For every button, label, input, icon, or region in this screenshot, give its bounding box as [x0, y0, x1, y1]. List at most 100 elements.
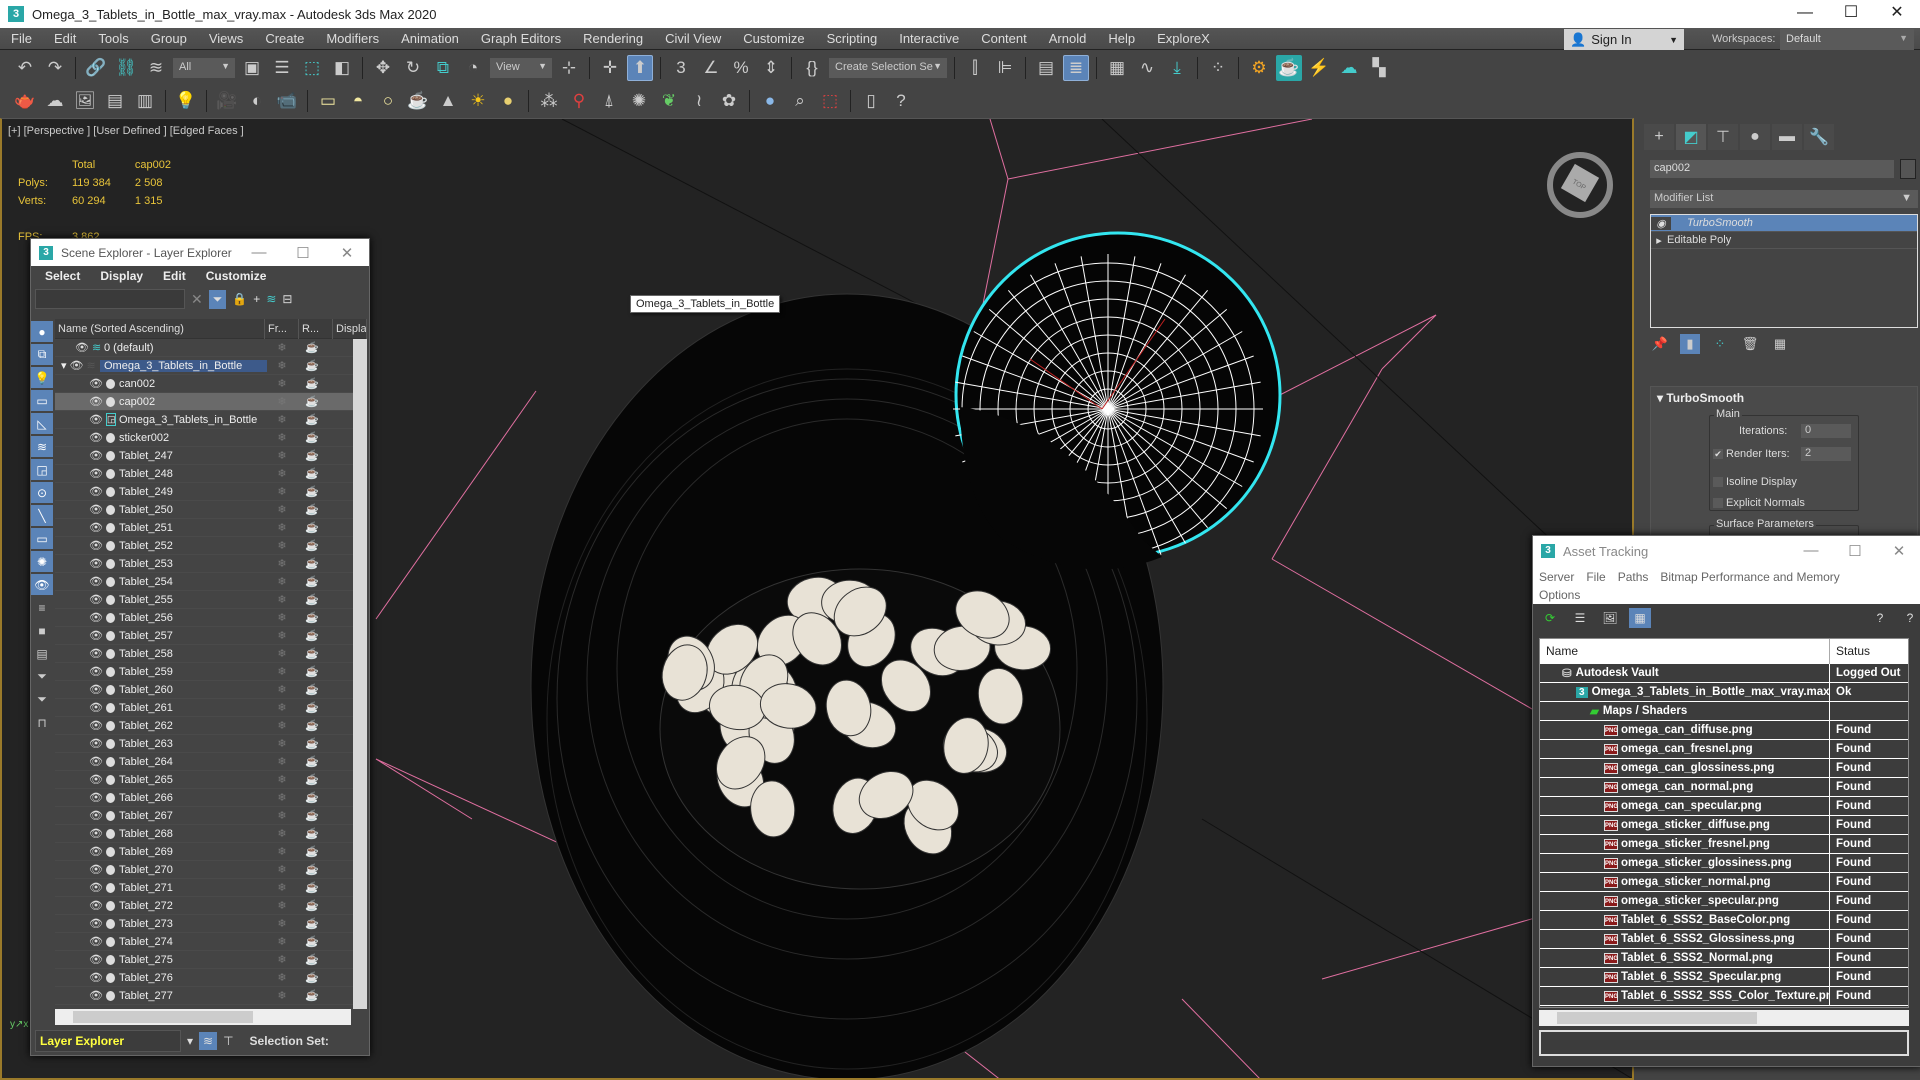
freeze-icon[interactable]: ❄: [267, 629, 297, 642]
freeze-icon[interactable]: ❄: [267, 971, 297, 984]
eye-icon[interactable]: 👁: [89, 611, 103, 624]
material-editor-icon[interactable]: ⁘: [1205, 55, 1231, 81]
horizontal-scrollbar[interactable]: [55, 1009, 351, 1025]
scene-row[interactable]: 👁 Tablet_252 ❄ ☕: [55, 537, 367, 555]
renderable-icon[interactable]: ☕: [297, 719, 327, 732]
scene-row[interactable]: 👁 Tablet_262 ❄ ☕: [55, 717, 367, 735]
renderable-icon[interactable]: ☕: [297, 989, 327, 1002]
asset-row[interactable]: PNG omega_sticker_diffuse.png Found: [1540, 816, 1908, 835]
column-status[interactable]: Status: [1830, 639, 1876, 664]
sphere-light-icon[interactable]: ○: [375, 88, 401, 114]
eye-icon[interactable]: 👁: [75, 341, 89, 354]
scene-explorer-titlebar[interactable]: 3 Scene Explorer - Layer Explorer — ☐ ✕: [31, 239, 369, 266]
close-button[interactable]: ✕: [1874, 0, 1920, 28]
shape-filter-icon[interactable]: ⧉: [31, 344, 53, 365]
scene-row[interactable]: 👁 Tablet_260 ❄ ☕: [55, 681, 367, 699]
named-selection-dropdown[interactable]: Create Selection Se ▼: [829, 57, 947, 78]
eye-icon[interactable]: 👁: [89, 521, 103, 534]
asset-row[interactable]: PNG Tablet_6_SSS2_BaseColor.png Found: [1540, 911, 1908, 930]
freeze-icon[interactable]: ❄: [267, 953, 297, 966]
at-menu-file[interactable]: File: [1586, 570, 1605, 584]
renderable-icon[interactable]: ☕: [297, 971, 327, 984]
tab-motion[interactable]: ●: [1740, 124, 1770, 150]
renderable-icon[interactable]: ☕: [297, 575, 327, 588]
eye-icon[interactable]: 👁: [89, 467, 103, 480]
freeze-icon[interactable]: ❄: [267, 737, 297, 750]
scene-row[interactable]: 👁 Tablet_261 ❄ ☕: [55, 699, 367, 717]
plane-light-icon[interactable]: ▭: [315, 88, 341, 114]
freeze-icon[interactable]: ❄: [267, 917, 297, 930]
select-object-icon[interactable]: ▣: [239, 55, 265, 81]
eye-icon[interactable]: 👁: [70, 359, 84, 372]
redo-icon[interactable]: ↷: [42, 55, 68, 81]
eye-icon[interactable]: 👁: [89, 953, 103, 966]
freeze-icon[interactable]: ❄: [267, 575, 297, 588]
render-production-icon[interactable]: ⚡: [1306, 55, 1332, 81]
thumbnail-view-icon[interactable]: 🖼: [1599, 608, 1621, 628]
bind-spacewarp-icon[interactable]: ≋: [143, 55, 169, 81]
scene-row[interactable]: 👁 Tablet_275 ❄ ☕: [55, 951, 367, 969]
freeze-icon[interactable]: ❄: [267, 863, 297, 876]
eye-icon[interactable]: 👁: [89, 989, 103, 1002]
column-name[interactable]: Name: [1540, 639, 1830, 664]
eye-icon[interactable]: 👁: [89, 863, 103, 876]
menu-animation[interactable]: Animation: [390, 31, 470, 46]
freeze-icon[interactable]: ❄: [267, 557, 297, 570]
shell-icon[interactable]: ✿: [716, 88, 742, 114]
renderable-icon[interactable]: ☕: [297, 773, 327, 786]
render-setup-icon[interactable]: ⚙: [1246, 55, 1272, 81]
renderable-icon[interactable]: ☕: [297, 377, 327, 390]
eye-icon[interactable]: 👁: [89, 683, 103, 696]
fur-icon[interactable]: ⁂: [536, 88, 562, 114]
maximize-button[interactable]: ☐: [1828, 0, 1874, 28]
eye-icon[interactable]: 👁: [89, 935, 103, 948]
column-freeze[interactable]: Fr...: [265, 319, 299, 339]
scale-icon[interactable]: ⧉: [430, 55, 456, 81]
isoline-checkbox[interactable]: [1713, 477, 1723, 488]
viewport-label[interactable]: [+] [Perspective ] [User Defined ] [Edge…: [8, 125, 244, 137]
renderable-icon[interactable]: ☕: [297, 899, 327, 912]
asset-row[interactable]: PNG omega_sticker_normal.png Found: [1540, 873, 1908, 892]
move-icon[interactable]: ✥: [370, 55, 396, 81]
scene-row[interactable]: 👁 Tablet_258 ❄ ☕: [55, 645, 367, 663]
hierarchy-icon[interactable]: ⊟: [282, 292, 292, 306]
menu-help[interactable]: Help: [1097, 31, 1146, 46]
asset-row[interactable]: PNG omega_can_normal.png Found: [1540, 778, 1908, 797]
close-button[interactable]: ✕: [1877, 542, 1920, 560]
camera-icon[interactable]: 🎥: [214, 88, 240, 114]
renderable-icon[interactable]: ☕: [297, 341, 327, 354]
renderable-icon[interactable]: ☕: [297, 647, 327, 660]
iterations-spinner[interactable]: 0: [1801, 424, 1851, 438]
scene-row[interactable]: 👁 Tablet_272 ❄ ☕: [55, 897, 367, 915]
scene-row[interactable]: 👁 Tablet_256 ❄ ☕: [55, 609, 367, 627]
asset-row[interactable]: PNG omega_can_diffuse.png Found: [1540, 721, 1908, 740]
menu-file[interactable]: File: [0, 31, 43, 46]
eye-icon[interactable]: 👁: [89, 791, 103, 804]
object-name-field[interactable]: cap002: [1650, 160, 1894, 178]
teapot-icon[interactable]: 🫖: [12, 88, 38, 114]
at-menu-server[interactable]: Server: [1539, 570, 1574, 584]
scene-row[interactable]: 👁 Tablet_265 ❄ ☕: [55, 771, 367, 789]
table-view-icon[interactable]: ▦: [1629, 608, 1651, 628]
pin-stack-icon[interactable]: 📌: [1650, 334, 1670, 354]
frame-buffer-icon[interactable]: ⬚: [817, 88, 843, 114]
eye-icon[interactable]: 👁: [89, 701, 103, 714]
freeze-icon[interactable]: ❄: [267, 521, 297, 534]
link-icon[interactable]: 🔗: [83, 55, 109, 81]
refresh-icon[interactable]: ⟳: [1539, 608, 1561, 628]
scene-row[interactable]: 👁 Tablet_253 ❄ ☕: [55, 555, 367, 573]
select-by-name-icon[interactable]: ☰: [269, 55, 295, 81]
display-all-icon[interactable]: ≡: [31, 597, 53, 618]
asset-row[interactable]: PNG omega_sticker_specular.png Found: [1540, 892, 1908, 911]
scene-row[interactable]: 👁 Tablet_249 ❄ ☕: [55, 483, 367, 501]
renderable-icon[interactable]: ☕: [297, 629, 327, 642]
freeze-icon[interactable]: ❄: [267, 719, 297, 732]
scene-row[interactable]: ▾ 👁 ≋ Omega_3_Tablets_in_Bottle ❄ ☕: [55, 357, 367, 375]
renderable-icon[interactable]: ☕: [297, 827, 327, 840]
renderable-icon[interactable]: ☕: [297, 863, 327, 876]
freeze-icon[interactable]: ❄: [267, 881, 297, 894]
renderable-icon[interactable]: ☕: [297, 521, 327, 534]
menu-tools[interactable]: Tools: [87, 31, 139, 46]
pivot-center-icon[interactable]: ⊹: [556, 55, 582, 81]
renderable-icon[interactable]: ☕: [297, 395, 327, 408]
